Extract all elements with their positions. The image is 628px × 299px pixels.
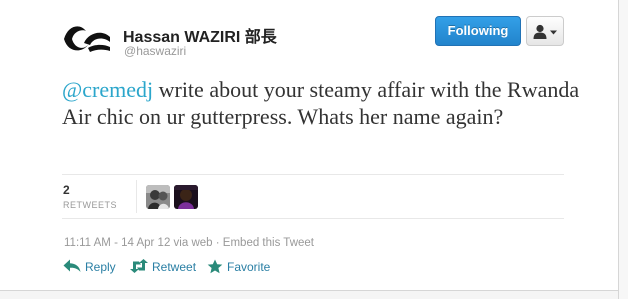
retweet-action[interactable]: Retweet [129,258,201,276]
reply-action[interactable]: Reply [63,258,123,276]
following-button[interactable]: Following [435,16,521,46]
avatar[interactable] [62,13,112,63]
retweeter-avatar-image [174,185,198,209]
mention-link[interactable]: @cremedj [62,77,153,102]
avatar-logo-icon [62,13,112,63]
divider [62,174,564,175]
reply-icon [63,259,81,272]
via-text: via web [173,237,213,249]
retweet-label[interactable]: RETWEETS [63,200,117,210]
favorite-label: Favorite [227,260,271,274]
meta-separator: · [215,237,220,249]
tweet-timestamp-link[interactable]: 11:11 AM - 14 Apr 12 [64,237,170,249]
favorite-action[interactable]: Favorite [207,258,277,276]
retweeter-avatar[interactable] [146,185,170,209]
reply-label: Reply [85,260,116,274]
tweet-text: @cremedj write about your steamy affair … [62,76,582,130]
tweet-meta: 11:11 AM - 14 Apr 12 via web · Embed thi… [64,237,314,249]
retweeter-avatar[interactable] [174,185,198,209]
divider [62,218,564,219]
card-bottom-edge [0,290,618,299]
person-dropdown-icon [533,24,557,39]
embed-tweet-link[interactable]: Embed this Tweet [223,237,314,249]
retweet-count[interactable]: 2 [63,183,70,197]
stats-separator [136,180,137,213]
retweet-label-action: Retweet [152,260,197,274]
screen-name-handle: haswaziri [136,44,187,58]
tweet-card: Hassan WAZIRI 部長 @haswaziri Following @c… [0,0,628,299]
screen-name[interactable]: @haswaziri [124,44,186,58]
star-icon [207,259,223,274]
user-actions-button[interactable] [526,16,564,46]
retweeter-avatar-image [146,185,170,209]
screen-name-at-sign: @ [124,44,137,58]
retweet-icon [130,259,148,273]
scrollbar-track[interactable] [618,0,628,299]
